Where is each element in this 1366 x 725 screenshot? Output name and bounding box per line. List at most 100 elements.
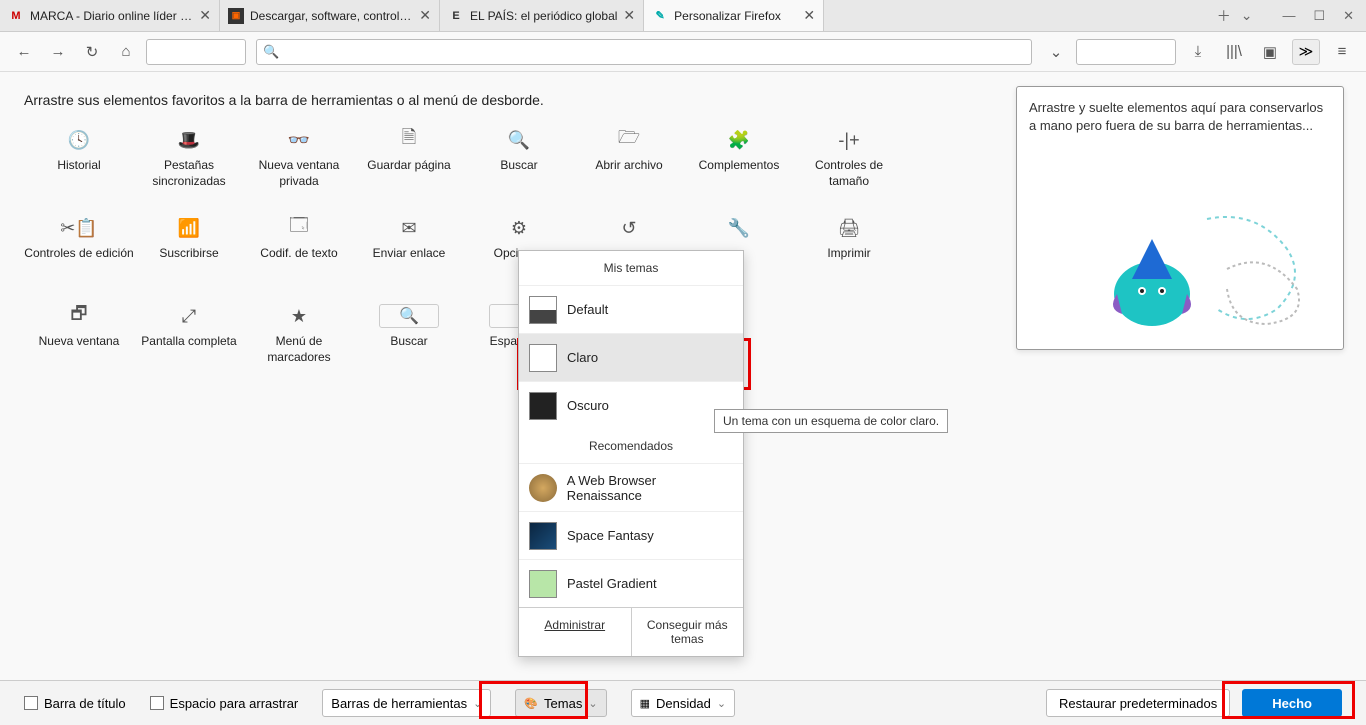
- checkbox-icon: [24, 696, 38, 710]
- chevron-down-icon: ⌄: [588, 697, 597, 710]
- puzzle-icon: 🧩: [728, 128, 750, 152]
- themes-popup: Mis temas Default Claro Oscuro Recomenda…: [518, 250, 744, 657]
- recommended-header: Recomendados: [519, 429, 743, 463]
- density-dropdown[interactable]: ▦ Densidad ⌄: [631, 689, 736, 717]
- toolbars-dropdown[interactable]: Barras de herramientas ⌄: [322, 689, 491, 717]
- minimize-button[interactable]: —: [1282, 8, 1295, 24]
- item-save-page[interactable]: 🗎Guardar página: [354, 124, 464, 204]
- manage-themes-link[interactable]: Administrar: [519, 608, 632, 656]
- tab-title: EL PAÍS: el periódico global: [470, 9, 617, 23]
- close-icon[interactable]: ✕: [199, 7, 211, 24]
- tab-descargar[interactable]: ▣ Descargar, software, controlado ✕: [220, 0, 440, 31]
- maximize-button[interactable]: ☐: [1313, 8, 1325, 24]
- item-history[interactable]: 🕓Historial: [24, 124, 134, 204]
- search-bar-placeholder[interactable]: 🔍: [256, 39, 1032, 65]
- wrench-icon: 🔧: [728, 216, 750, 240]
- item-private-window[interactable]: 👓Nueva ventana privada: [244, 124, 354, 204]
- item-addons[interactable]: 🧩Complementos: [684, 124, 794, 204]
- tab-elpais[interactable]: E EL PAÍS: el periódico global ✕: [440, 0, 644, 31]
- edit-icon: ✂📋: [60, 216, 98, 240]
- item-subscribe[interactable]: 📶Suscribirse: [134, 212, 244, 292]
- search-icon: 🔍: [263, 44, 279, 60]
- overflow-button[interactable]: ≫: [1292, 39, 1320, 65]
- tab-marca[interactable]: M MARCA - Diario online líder en ✕: [0, 0, 220, 31]
- home-button[interactable]: ⌂: [112, 38, 140, 66]
- themes-header: Mis temas: [519, 251, 743, 285]
- item-send-link[interactable]: ✉Enviar enlace: [354, 212, 464, 292]
- item-search[interactable]: 🔍Buscar: [464, 124, 574, 204]
- search-box-icon: 🔍: [379, 304, 439, 328]
- item-open-file[interactable]: 🗁Abrir archivo: [574, 124, 684, 204]
- item-print[interactable]: 🖨Imprimir: [794, 212, 904, 292]
- theme-space-thumb: [529, 522, 557, 550]
- theme-renaissance[interactable]: A Web Browser Renaissance: [519, 463, 743, 511]
- overflow-panel[interactable]: Arrastre y suelte elementos aquí para co…: [1016, 86, 1344, 350]
- title-bar-checkbox[interactable]: Barra de título: [24, 696, 126, 711]
- close-icon[interactable]: ✕: [803, 7, 815, 24]
- hat-icon: 🎩: [178, 128, 200, 152]
- theme-dark[interactable]: Oscuro: [519, 381, 743, 429]
- theme-pastel[interactable]: Pastel Gradient: [519, 559, 743, 607]
- themes-dropdown[interactable]: 🎨 Temas ⌄: [515, 689, 606, 717]
- right-slot[interactable]: [1076, 39, 1176, 65]
- url-dropdown-icon[interactable]: ⌄: [1042, 38, 1070, 66]
- close-window-button[interactable]: ✕: [1343, 8, 1354, 24]
- close-icon[interactable]: ✕: [623, 7, 635, 24]
- favicon-marca: M: [8, 8, 24, 24]
- item-search-box[interactable]: 🔍Buscar: [354, 300, 464, 380]
- forward-button[interactable]: →: [44, 38, 72, 66]
- tab-title: MARCA - Diario online líder en: [30, 9, 193, 23]
- theme-space[interactable]: Space Fantasy: [519, 511, 743, 559]
- menu-button[interactable]: ≡: [1328, 38, 1356, 66]
- rss-icon: 📶: [178, 216, 200, 240]
- windows-icon: 🗗: [71, 304, 88, 328]
- chevron-down-icon: ⌄: [473, 697, 482, 710]
- drag-space-checkbox[interactable]: Espacio para arrastrar: [150, 696, 299, 711]
- url-bar-placeholder[interactable]: [146, 39, 246, 65]
- item-fullscreen[interactable]: ⤢Pantalla completa: [134, 300, 244, 380]
- theme-dark-thumb: [529, 392, 557, 420]
- density-icon: ▦: [640, 697, 650, 710]
- item-new-window[interactable]: 🗗Nueva ventana: [24, 300, 134, 380]
- mask-icon: 👓: [288, 128, 310, 152]
- tab-customize[interactable]: ✎ Personalizar Firefox ✕: [644, 0, 824, 31]
- restore-defaults-button[interactable]: Restaurar predeterminados: [1046, 689, 1230, 717]
- done-button[interactable]: Hecho: [1242, 689, 1342, 717]
- favicon-descargar: ▣: [228, 8, 244, 24]
- theme-light[interactable]: Claro: [519, 333, 743, 381]
- customize-icon: ✎: [652, 8, 668, 24]
- tabs-dropdown-icon[interactable]: ⌄: [1241, 7, 1253, 24]
- tab-bar: M MARCA - Diario online líder en ✕ ▣ Des…: [0, 0, 1366, 32]
- theme-default[interactable]: Default: [519, 285, 743, 333]
- item-synced-tabs[interactable]: 🎩Pestañas sincronizadas: [134, 124, 244, 204]
- customize-footer: Barra de título Espacio para arrastrar B…: [0, 680, 1366, 725]
- item-bookmarks-menu[interactable]: ★Menú de marcadores: [244, 300, 354, 380]
- overflow-hint-text: Arrastre y suelte elementos aquí para co…: [1029, 99, 1331, 135]
- tab-title: Descargar, software, controlado: [250, 9, 413, 23]
- item-edit-controls[interactable]: ✂📋Controles de edición: [24, 212, 134, 292]
- favicon-elpais: E: [448, 8, 464, 24]
- save-icon: 🗎: [402, 128, 416, 152]
- search-icon: 🔍: [508, 128, 530, 152]
- mail-icon: ✉: [401, 216, 416, 240]
- library-button[interactable]: |||\: [1220, 38, 1248, 66]
- themes-icon: 🎨: [524, 697, 538, 710]
- close-icon[interactable]: ✕: [419, 7, 431, 24]
- get-more-themes-link[interactable]: Conseguir más temas: [632, 608, 744, 656]
- sidebar-button[interactable]: ▣: [1256, 38, 1284, 66]
- item-zoom[interactable]: -|+Controles de tamaño: [794, 124, 904, 204]
- drop-illustration: [1057, 199, 1337, 339]
- theme-light-thumb: [529, 344, 557, 372]
- theme-renaissance-thumb: [529, 474, 557, 502]
- tab-title: Personalizar Firefox: [674, 9, 797, 23]
- downloads-button[interactable]: ⤓: [1184, 38, 1212, 66]
- zoom-icon: -|+: [838, 128, 859, 152]
- gear-icon: ⚙: [511, 216, 527, 240]
- item-encoding[interactable]: 🗔Codif. de texto: [244, 212, 354, 292]
- navigation-toolbar: ← → ↻ ⌂ 🔍 ⌄ ⤓ |||\ ▣ ≫ ≡: [0, 32, 1366, 72]
- back-button[interactable]: ←: [10, 38, 38, 66]
- new-tab-button[interactable]: ＋: [1217, 6, 1231, 26]
- star-icon: ★: [291, 304, 307, 328]
- chevron-down-icon: ⌄: [717, 697, 726, 710]
- reload-button[interactable]: ↻: [78, 38, 106, 66]
